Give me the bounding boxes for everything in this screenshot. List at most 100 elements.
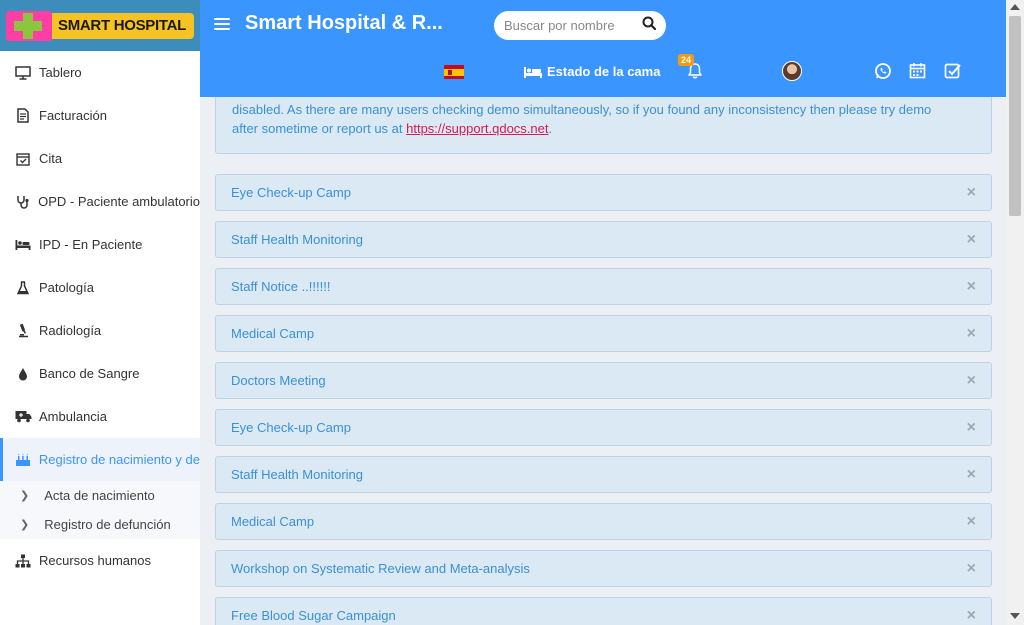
sidebar-item-label: Tablero	[39, 65, 82, 80]
close-icon[interactable]: ×	[967, 184, 976, 201]
bed-status-label: Estado de la cama	[547, 64, 661, 79]
invoice-icon	[14, 108, 32, 124]
sidebar-item-human-resources[interactable]: Recursos humanos	[0, 539, 200, 582]
sidebar-item-label: OPD - Paciente ambulatorio	[38, 194, 200, 209]
close-icon[interactable]: ×	[967, 372, 976, 389]
notice-item[interactable]: Medical Camp ×	[215, 315, 992, 352]
whatsapp-count-badge: 24	[678, 54, 695, 66]
notice-item[interactable]: Medical Camp ×	[215, 503, 992, 540]
notice-board-list: Eye Check-up Camp × Staff Health Monitori…	[215, 174, 992, 625]
sidebar-item-ambulance[interactable]: Ambulancia	[0, 395, 200, 438]
notice-title: Medical Camp	[231, 326, 315, 341]
close-icon[interactable]: ×	[967, 560, 976, 577]
notice-title: Medical Camp	[231, 514, 315, 529]
microscope-icon	[14, 323, 32, 339]
bed-icon	[14, 237, 32, 253]
notice-item[interactable]: Eye Check-up Camp ×	[215, 174, 992, 211]
user-avatar[interactable]	[782, 61, 802, 81]
sidebar-item-blood-bank[interactable]: Banco de Sangre	[0, 352, 200, 395]
notice-text-prefix: after sometime or report us at	[232, 121, 407, 136]
spain-flag-icon[interactable]	[444, 65, 464, 79]
close-icon[interactable]: ×	[967, 607, 976, 624]
sidebar-subitem-death-record[interactable]: ❯ Registro de defunción	[0, 510, 200, 539]
scroll-up-arrow-icon[interactable]	[1010, 4, 1020, 10]
notice-title: Eye Check-up Camp	[231, 420, 351, 435]
search-box[interactable]	[494, 11, 666, 40]
notice-item[interactable]: Doctors Meeting ×	[215, 362, 992, 399]
scroll-down-arrow-icon[interactable]	[1010, 613, 1020, 619]
flask-icon	[14, 280, 32, 296]
notice-title: Staff Health Monitoring	[231, 232, 363, 247]
sidebar-item-opd[interactable]: OPD - Paciente ambulatorio	[0, 180, 200, 223]
demo-notice: disabled. As there are many users checki…	[215, 97, 992, 154]
notice-item[interactable]: Staff Health Monitoring ×	[215, 221, 992, 258]
close-icon[interactable]: ×	[967, 278, 976, 295]
notice-text-line1: disabled. As there are many users checki…	[232, 102, 932, 117]
notice-title: Free Blood Sugar Campaign	[231, 608, 396, 623]
hospital-logo[interactable]: SMART HOSPITAL	[6, 10, 195, 41]
sidebar-item-label: Registro de nacimiento y de	[38, 452, 200, 467]
close-icon[interactable]: ×	[967, 513, 976, 530]
bed-icon	[524, 66, 542, 78]
task-check-icon[interactable]	[944, 62, 964, 82]
top-navbar: Smart Hospital & R...	[200, 0, 1006, 97]
close-icon[interactable]: ×	[967, 325, 976, 342]
notice-item[interactable]: Free Blood Sugar Campaign ×	[215, 597, 992, 625]
bed-status-link[interactable]: Estado de la cama	[523, 64, 660, 79]
sidebar-item-label: Facturación	[39, 108, 107, 123]
logo-area[interactable]: SMART HOSPITAL	[0, 0, 200, 51]
ambulance-icon	[14, 409, 32, 425]
sidebar-subitem-label: Acta de nacimiento	[44, 488, 155, 503]
notice-item[interactable]: Staff Notice ..!!!!!! ×	[215, 268, 992, 305]
notice-item[interactable]: Workshop on Systematic Review and Meta-a…	[215, 550, 992, 587]
page-scrollbar[interactable]	[1006, 0, 1024, 625]
blood-drop-icon	[14, 366, 32, 382]
sidebar-item-label: Cita	[39, 151, 63, 166]
medical-cross-icon	[6, 10, 52, 41]
support-link[interactable]: https://support.qdocs.net	[406, 121, 548, 136]
sidebar: Tablero Facturación Cita OPD - Paciente …	[0, 51, 200, 625]
sidebar-item-label: Ambulancia	[39, 409, 107, 424]
notice-item[interactable]: Staff Health Monitoring ×	[215, 456, 992, 493]
app-title: Smart Hospital & R...	[245, 12, 443, 34]
sidebar-item-radiology[interactable]: Radiología	[0, 309, 200, 352]
calendar-check-icon	[14, 151, 32, 167]
notice-title: Doctors Meeting	[231, 373, 326, 388]
notice-title: Staff Health Monitoring	[231, 467, 363, 482]
sidebar-item-label: Radiología	[39, 323, 102, 338]
sidebar-item-birth-death-record[interactable]: Registro de nacimiento y de	[0, 438, 200, 481]
sidebar-item-pathology[interactable]: Patología	[0, 266, 200, 309]
monitor-icon	[14, 65, 32, 81]
sidebar-item-ipd[interactable]: IPD - En Paciente	[0, 223, 200, 266]
sidebar-item-dashboard[interactable]: Tablero	[0, 51, 200, 94]
menu-icon[interactable]	[214, 16, 230, 32]
sidebar-item-label: Patología	[39, 280, 94, 295]
sidebar-item-label: Banco de Sangre	[39, 366, 140, 381]
notice-text-suffix: .	[548, 121, 553, 136]
scroll-thumb[interactable]	[1009, 16, 1021, 216]
sidebar-item-label: Recursos humanos	[39, 553, 151, 568]
notice-item[interactable]: Eye Check-up Camp ×	[215, 409, 992, 446]
notice-title: Eye Check-up Camp	[231, 185, 351, 200]
notice-title: Workshop on Systematic Review and Meta-a…	[231, 561, 530, 576]
sidebar-item-appointment[interactable]: Cita	[0, 137, 200, 180]
calendar-icon[interactable]	[909, 62, 929, 82]
sidebar-item-label: IPD - En Paciente	[39, 237, 143, 252]
birthday-cake-icon	[14, 452, 32, 468]
sidebar-item-billing[interactable]: Facturación	[0, 94, 200, 137]
close-icon[interactable]: ×	[967, 466, 976, 483]
close-icon[interactable]: ×	[967, 419, 976, 436]
sidebar-subitem-label: Registro de defunción	[44, 517, 171, 532]
close-icon[interactable]: ×	[967, 231, 976, 248]
search-icon[interactable]	[642, 16, 657, 35]
sidebar-subitem-birth-certificate[interactable]: ❯ Acta de nacimiento	[0, 481, 200, 510]
stethoscope-icon	[14, 194, 31, 210]
whatsapp-icon[interactable]	[874, 62, 894, 82]
main-content: disabled. As there are many users checki…	[200, 97, 1006, 625]
notice-title: Staff Notice ..!!!!!!	[231, 279, 331, 294]
chevron-right-icon: ❯	[20, 490, 30, 502]
chevron-right-icon: ❯	[20, 519, 30, 531]
org-chart-icon	[14, 553, 32, 569]
logo-text: SMART HOSPITAL	[52, 12, 195, 39]
search-input[interactable]	[504, 18, 634, 33]
